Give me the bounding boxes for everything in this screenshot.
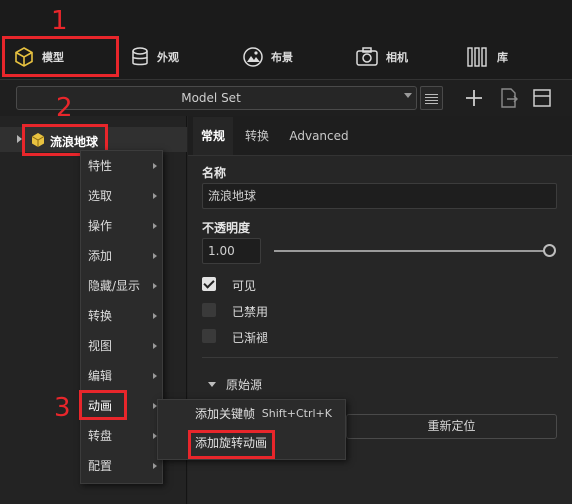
menu-item-transform[interactable]: 转换: [80, 301, 163, 331]
menu-item-configuration[interactable]: 配置: [80, 451, 163, 481]
submenu-arrow-icon: [153, 373, 157, 379]
relocate-button[interactable]: 重新定位: [346, 414, 557, 439]
annotation-step-2: 2: [56, 93, 73, 123]
annotation-box-model: [2, 36, 119, 77]
panel-layout-icon[interactable]: [531, 86, 553, 110]
name-field[interactable]: 流浪地球: [202, 183, 557, 209]
image-icon: [242, 46, 264, 68]
add-keyframe-item[interactable]: 添加关键帧 Shift+Ctrl+K: [157, 400, 346, 428]
annotation-box-rotation: [188, 430, 275, 459]
menu-item-hide-show[interactable]: 隐藏/显示: [80, 271, 163, 301]
submenu-arrow-icon: [153, 193, 157, 199]
origin-section-title[interactable]: 原始源: [226, 376, 262, 393]
toolbar-appearance-button[interactable]: 外观: [130, 38, 179, 76]
submenu-arrow-icon: [153, 163, 157, 169]
faded-label: 已渐褪: [232, 331, 269, 345]
toolbar-scene-button[interactable]: 布景: [242, 38, 293, 76]
toolbar-scene-label: 布景: [271, 51, 293, 64]
submenu-arrow-icon: [153, 313, 157, 319]
section-divider: [202, 357, 558, 358]
visible-label: 可见: [232, 279, 257, 293]
opacity-field[interactable]: 1.00: [202, 238, 261, 264]
name-label: 名称: [202, 166, 227, 180]
disabled-label: 已禁用: [232, 305, 269, 319]
menu-item-turntable[interactable]: 转盘: [80, 421, 163, 451]
annotation-step-1: 1: [51, 6, 68, 36]
collapse-caret-icon[interactable]: [208, 382, 216, 387]
list-view-button[interactable]: [420, 86, 443, 110]
camera-icon: [355, 46, 379, 68]
tab-transform[interactable]: 转换: [238, 117, 276, 155]
export-icon[interactable]: [498, 86, 520, 110]
menu-item-properties[interactable]: 特性: [80, 151, 163, 181]
submenu-arrow-icon: [153, 283, 157, 289]
opacity-slider-track[interactable]: [274, 250, 546, 252]
submenu-arrow-icon: [153, 253, 157, 259]
tab-general[interactable]: 常规: [193, 117, 233, 155]
submenu-arrow-icon: [153, 223, 157, 229]
annotation-box-animation: [79, 390, 127, 420]
model-set-label: Model Set: [181, 91, 241, 105]
menu-item-add[interactable]: 添加: [80, 241, 163, 271]
faded-checkbox[interactable]: [202, 329, 216, 343]
disabled-checkbox[interactable]: [202, 303, 216, 317]
toolbar-appearance-label: 外观: [157, 51, 179, 64]
toolbar-camera-label: 相机: [386, 51, 408, 64]
toolbar-library-label: 库: [497, 51, 508, 64]
submenu-arrow-icon: [153, 463, 157, 469]
toolbar-camera-button[interactable]: 相机: [355, 38, 408, 76]
menu-item-select[interactable]: 选取: [80, 181, 163, 211]
library-books-icon: [466, 46, 490, 68]
visible-checkbox[interactable]: [202, 277, 216, 291]
plus-icon[interactable]: [462, 86, 486, 110]
menu-item-view[interactable]: 视图: [80, 331, 163, 361]
tab-advanced[interactable]: Advanced: [286, 117, 352, 155]
chevron-down-icon: [404, 93, 412, 98]
menu-item-operations[interactable]: 操作: [80, 211, 163, 241]
opacity-slider-thumb[interactable]: [543, 244, 556, 257]
menu-item-edit[interactable]: 编辑: [80, 361, 163, 391]
database-icon: [130, 46, 150, 68]
keyframe-shortcut: Shift+Ctrl+K: [261, 407, 332, 420]
submenu-arrow-icon: [153, 343, 157, 349]
toolbar-library-button[interactable]: 库: [466, 38, 508, 76]
opacity-label: 不透明度: [202, 221, 251, 235]
annotation-step-3: 3: [54, 393, 71, 423]
